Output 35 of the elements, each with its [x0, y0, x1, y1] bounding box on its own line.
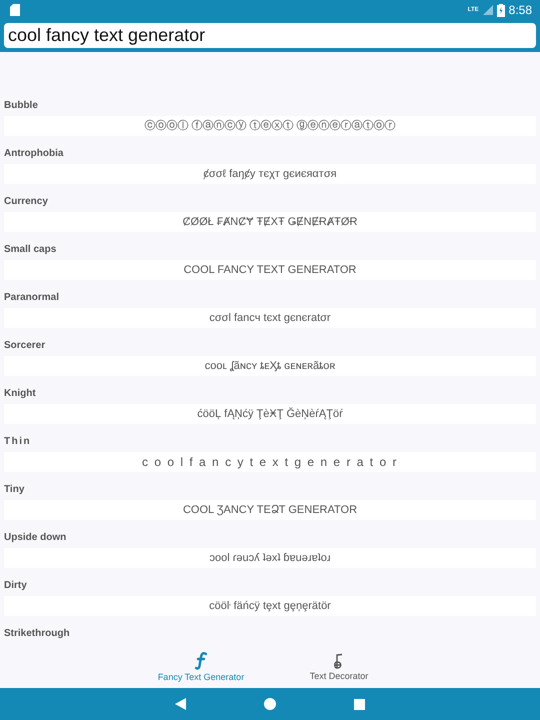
style-name: Tiny — [3, 483, 26, 497]
styled-text[interactable]: COOL ƷANCY TEՁT GENERATOR — [4, 500, 536, 520]
home-icon[interactable] — [264, 698, 276, 710]
clock: 8:58 — [508, 3, 532, 17]
styled-text[interactable]: cööŀ fäńcÿ tȩxt gȩņȩrätör — [4, 596, 536, 616]
search-field[interactable]: cool fancy text generator — [4, 23, 536, 48]
back-icon[interactable] — [175, 698, 186, 710]
styled-text[interactable]: COOL FANCY TEXT GENERATOR — [4, 260, 536, 280]
style-name: Small caps — [3, 243, 58, 257]
nav-tab[interactable]: Text Decorator — [280, 645, 398, 688]
style-name: Paranormal — [3, 291, 60, 305]
style-name: Antrophobia — [3, 147, 64, 161]
styled-text[interactable]: ćööĻ fĄŅćÿ ŢèӾŢ ĞèŅèŕĄŢöŕ — [4, 404, 536, 424]
style-name: Strikethrough — [3, 627, 71, 641]
style-name: Currency — [3, 195, 49, 209]
recents-icon[interactable] — [354, 698, 365, 710]
nav-tab[interactable]: Fancy Text Generator — [142, 645, 260, 688]
style-name: Thin — [3, 435, 32, 449]
style-name: Dirty — [3, 579, 28, 593]
styled-text[interactable]: ⓒⓞⓞⓛ ⓕⓐⓝⓒⓨ ⓣⓔⓧⓣ ⓖⓔⓝⓔⓡⓐⓣⓞⓡ — [4, 116, 536, 136]
style-name: Upside down — [3, 531, 68, 545]
styled-text[interactable]: ȻØØŁ ₣ȺNȻɎ ŦɆXŦ ǤɆNɆɌȺŦØɌ — [4, 212, 536, 232]
styled-text[interactable]: c o o l f a n c y t e x t g e n e r a t o r — [4, 452, 536, 472]
styled-text[interactable]: cσσl fancч tєxt gєnєratσr — [4, 308, 536, 328]
sd-card-icon — [10, 4, 20, 16]
styled-text[interactable]: ᴄᴏᴏʟ ʆãɴᴄʏ ȶᴇӼȶ ɢᴇɴᴇʀãȶᴏʀ — [4, 356, 536, 376]
styled-text[interactable]: ɔool ɾǝuɔʎ ʇǝxʇ ɓɐuǝɹɐʇoɹ — [4, 548, 536, 568]
battery-icon — [496, 4, 505, 16]
signal-icon — [482, 5, 493, 15]
styled-text[interactable]: ȼσσℓ faŋȼу тєχт gєиєяαтσя — [4, 164, 536, 184]
style-name: Knight — [3, 387, 37, 401]
style-name: Bubble — [3, 99, 39, 113]
script-f-icon — [195, 652, 207, 670]
style-name: Sorcerer — [3, 339, 46, 353]
note-icon — [333, 652, 345, 668]
